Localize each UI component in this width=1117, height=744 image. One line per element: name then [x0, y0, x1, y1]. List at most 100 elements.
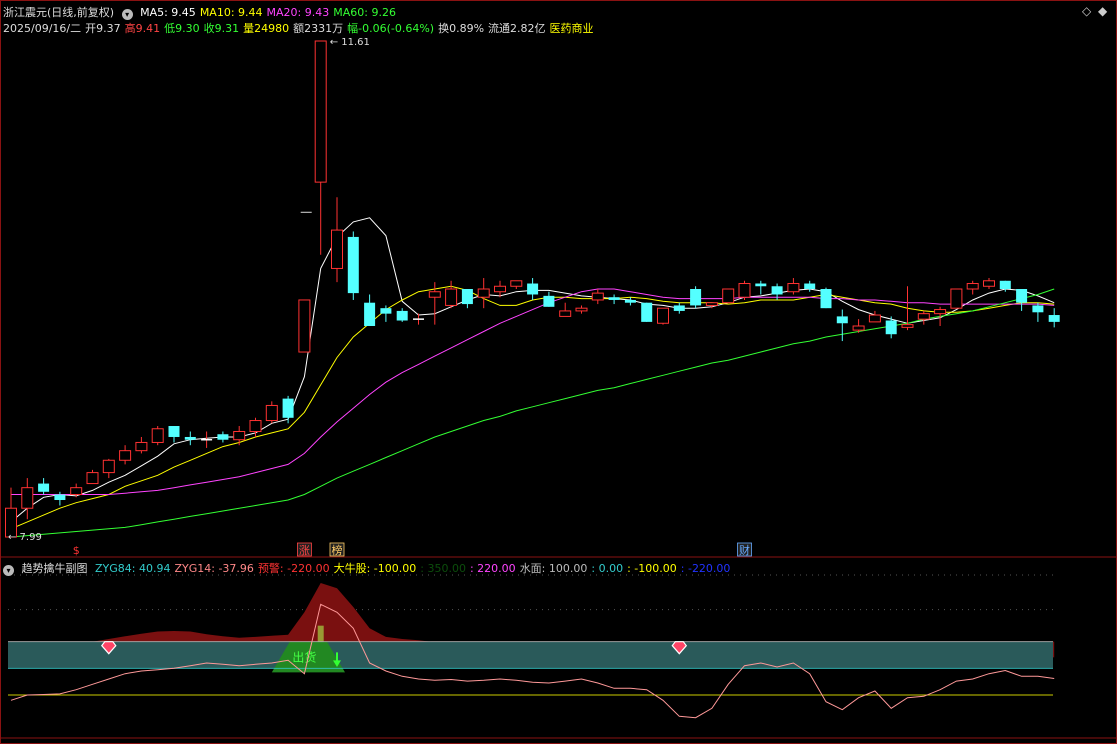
- candle: [722, 288, 735, 304]
- indicator-header: ▾ 趋势擒牛副图 ZYG84: 40.94 ZYG14: -37.96 预警: -2…: [3, 560, 738, 576]
- candle: [917, 310, 930, 325]
- candle: [950, 288, 963, 309]
- quote-field: 开9.37: [85, 22, 121, 35]
- candle-body-down: [54, 494, 66, 501]
- candle: [331, 197, 343, 283]
- candle: [787, 278, 800, 295]
- ma-value: MA5: 9.45: [140, 6, 196, 19]
- ma-values: MA5: 9.45 MA10: 9.44 MA20: 9.43 MA60: 9.26: [140, 6, 400, 19]
- candle: [1048, 308, 1060, 328]
- chart-canvas[interactable]: ← 11.61 ← 7.99 $ 涨 榜 财出货: [0, 0, 1117, 744]
- candle: [282, 395, 294, 424]
- candle: [690, 286, 702, 309]
- stock-title[interactable]: 浙江震元(日线,前复权): [3, 6, 114, 19]
- candle: [755, 280, 767, 295]
- water-band: [8, 641, 1053, 669]
- candle: [151, 426, 164, 446]
- candle: [477, 278, 490, 309]
- candle-body-down: [836, 316, 848, 324]
- menu-chevron-icon[interactable]: ▾: [121, 9, 133, 20]
- candle: [1016, 289, 1028, 311]
- candle-body-up: [983, 280, 995, 287]
- event-marker-label: 榜: [332, 543, 343, 557]
- candle: [168, 426, 180, 443]
- candle: [396, 308, 408, 322]
- stock-chart-window: ← 11.61 ← 7.99 $ 涨 榜 财出货 浙江震元(日线,前复权) ▾ MA5: …: [0, 0, 1117, 744]
- candle: [86, 469, 99, 485]
- candle: [364, 294, 376, 326]
- expand-diamond-icon[interactable]: ◇: [1082, 4, 1091, 18]
- ma-value: MA20: 9.43: [266, 6, 330, 19]
- candle-body-up: [151, 428, 164, 443]
- price-high-label: ← 11.61: [330, 37, 370, 48]
- indicator-title[interactable]: 趋势擒牛副图: [22, 562, 88, 575]
- candle-body-down: [364, 302, 376, 326]
- candle-body-up: [135, 441, 148, 452]
- candle: [314, 40, 327, 255]
- candle: [510, 280, 523, 289]
- candle-body-up: [331, 229, 343, 269]
- candle-body-down: [396, 310, 408, 321]
- ma-value: MA10: 9.44: [199, 6, 263, 19]
- event-marker: $: [73, 544, 80, 557]
- candle: [5, 487, 17, 538]
- candle-body-down: [38, 483, 50, 492]
- candle-body-up: [494, 285, 506, 293]
- collapse-diamond-icon[interactable]: ◆: [1098, 4, 1107, 18]
- candle: [575, 305, 588, 314]
- candle-body-up: [852, 325, 865, 331]
- quote-field: 高9.41: [124, 22, 161, 35]
- candle-body-down: [820, 289, 832, 309]
- candle-body-down: [885, 320, 897, 335]
- candle-body-down: [347, 236, 359, 294]
- ma-value: MA60: 9.26: [333, 6, 396, 19]
- candle: [559, 302, 572, 317]
- candle: [624, 297, 636, 306]
- indicator-value: 水面: 100.00: [519, 562, 588, 575]
- candle: [673, 302, 685, 314]
- candle-body-up: [249, 420, 262, 432]
- candle-body-up: [314, 40, 327, 183]
- candle: [641, 302, 653, 322]
- indicator-value: ZYG84: 40.94: [95, 562, 171, 575]
- indicator-menu-icon[interactable]: ▾: [3, 565, 14, 576]
- candle-body-up: [119, 450, 132, 461]
- candle-body-up: [70, 487, 83, 496]
- candle-body-down: [184, 436, 196, 440]
- candle-body-down: [1032, 305, 1044, 313]
- candle-body-down: [543, 295, 555, 307]
- candle-body-down: [999, 280, 1011, 289]
- event-marker: 涨: [296, 542, 312, 557]
- candle: [217, 431, 229, 443]
- candle-body-down: [608, 297, 620, 300]
- indicator-value: : 350.00: [420, 562, 466, 575]
- exit-label: 出货: [292, 650, 316, 665]
- quote-info-bar: 2025/09/16/二 开9.37 高9.41 低9.30 收9.31 量24980 额2…: [3, 20, 598, 36]
- candle-body-down: [673, 305, 685, 311]
- candle: [820, 287, 832, 309]
- candle-body-down: [624, 299, 636, 303]
- main-chart-header: 浙江震元(日线,前复权) ▾ MA5: 9.45 MA10: 9.44 MA20: …: [3, 4, 404, 20]
- indicator-value: : -100.00: [627, 562, 677, 575]
- candle: [657, 307, 669, 325]
- event-marker-label: 财: [739, 543, 750, 557]
- price-low-label: ← 7.99: [8, 532, 42, 543]
- candle-body-down: [282, 398, 294, 418]
- candle: [461, 289, 473, 309]
- bull-stock-bar: [317, 625, 324, 642]
- quote-field: 换0.89%: [438, 22, 485, 35]
- candle-body-up: [657, 307, 669, 324]
- candle-body-up: [21, 487, 34, 509]
- candle: [836, 309, 848, 342]
- indicator-value: 预警: -220.00: [257, 562, 330, 575]
- candle: [135, 436, 148, 454]
- candle-body-up: [575, 307, 588, 312]
- candle-body-down: [380, 308, 392, 314]
- candle: [527, 278, 539, 300]
- candle-body-up: [510, 280, 523, 287]
- candle-body-up: [477, 288, 490, 298]
- quote-field: 2025/09/16/二: [3, 22, 82, 35]
- candle-body-down: [690, 289, 702, 306]
- candle: [102, 458, 115, 479]
- candle: [983, 278, 995, 289]
